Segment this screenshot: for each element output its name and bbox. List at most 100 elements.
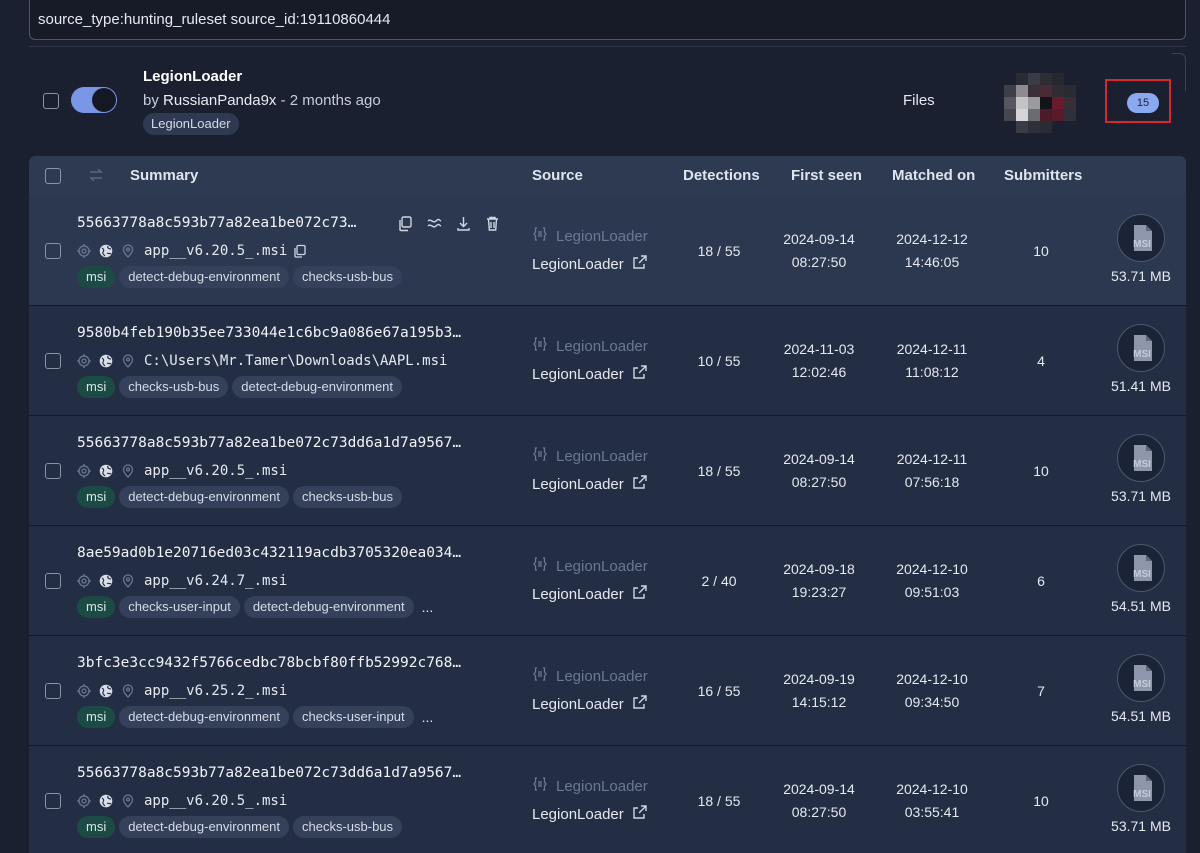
behavior-tag[interactable]: checks-usb-bus bbox=[292, 266, 403, 288]
source-ruleset[interactable]: LegionLoader bbox=[532, 446, 648, 466]
behavior-tag[interactable]: checks-usb-bus bbox=[119, 376, 229, 398]
row-checkbox[interactable] bbox=[45, 793, 61, 809]
file-hash[interactable]: 55663778a8c593b77a82ea1be072c73dd6a1d7a9… bbox=[77, 435, 461, 451]
similar-icon[interactable] bbox=[426, 215, 443, 232]
match-count-badge[interactable]: 15 bbox=[1127, 93, 1159, 113]
matched-date: 2024-12-10 bbox=[896, 561, 968, 577]
file-hash[interactable]: 9580b4feb190b35ee733044e1c6bc9a086e67a19… bbox=[77, 325, 461, 341]
ruleset-toggle[interactable] bbox=[71, 87, 117, 113]
matched-time: 03:55:41 bbox=[904, 804, 960, 820]
file-hash[interactable]: 55663778a8c593b77a82ea1be072c73… bbox=[77, 215, 356, 231]
detections-ratio[interactable]: 16 / 55 bbox=[669, 680, 769, 703]
ruleset-icon bbox=[532, 446, 548, 466]
file-type-tag[interactable]: msi bbox=[77, 816, 116, 838]
behavior-tag[interactable]: detect-debug-environment bbox=[243, 596, 414, 618]
file-name[interactable]: app__v6.25.2_.msi bbox=[144, 683, 287, 699]
source-ruleset[interactable]: LegionLoader bbox=[532, 776, 648, 796]
author-link[interactable]: RussianPanda9x bbox=[163, 92, 276, 109]
table-row[interactable]: 9580b4feb190b35ee733044e1c6bc9a086e67a19… bbox=[29, 306, 1186, 416]
author-avatar bbox=[1004, 73, 1086, 133]
header-first-seen[interactable]: First seen bbox=[791, 167, 862, 184]
more-tags[interactable]: ... bbox=[422, 709, 434, 725]
source-ruleset[interactable]: LegionLoader bbox=[532, 226, 648, 246]
location-pin-icon bbox=[121, 794, 135, 808]
file-hash[interactable]: 8ae59ad0b1e20716ed03c432119acdb3705320ea… bbox=[77, 545, 461, 561]
behavior-tag[interactable]: checks-user-input bbox=[119, 596, 240, 618]
msi-file-icon: MSI bbox=[1117, 324, 1165, 372]
table-row[interactable]: 3bfc3e3cc9432f5766cedbc78bcbf80ffb52992c… bbox=[29, 636, 1186, 746]
source-ruleset[interactable]: LegionLoader bbox=[532, 336, 648, 356]
header-summary[interactable]: Summary bbox=[130, 167, 198, 184]
header-submitters[interactable]: Submitters bbox=[1004, 167, 1082, 184]
file-type-tag[interactable]: msi bbox=[77, 376, 116, 398]
behavior-tag[interactable]: checks-usb-bus bbox=[292, 816, 403, 838]
delete-icon[interactable] bbox=[484, 215, 501, 232]
detections-ratio[interactable]: 18 / 55 bbox=[669, 240, 769, 263]
table-row[interactable]: 55663778a8c593b77a82ea1be072c73… app__v6… bbox=[29, 196, 1186, 306]
table-row[interactable]: 55663778a8c593b77a82ea1be072c73dd6a1d7a9… bbox=[29, 416, 1186, 526]
file-type-tag[interactable]: msi bbox=[77, 486, 116, 508]
file-type-tag[interactable]: msi bbox=[77, 596, 116, 618]
copy-filename-icon[interactable] bbox=[293, 244, 307, 258]
select-all-checkbox[interactable] bbox=[45, 168, 61, 184]
target-icon bbox=[77, 464, 91, 478]
ruleset-name[interactable]: LegionLoader bbox=[143, 68, 242, 85]
behavior-tag[interactable]: detect-debug-environment bbox=[119, 486, 289, 508]
ruleset-icon bbox=[532, 556, 548, 576]
source-link[interactable]: LegionLoader bbox=[532, 584, 648, 604]
file-hash[interactable]: 3bfc3e3cc9432f5766cedbc78bcbf80ffb52992c… bbox=[77, 655, 461, 671]
row-checkbox[interactable] bbox=[45, 243, 61, 259]
ruleset-byline: by RussianPanda9x - 2 months ago bbox=[143, 92, 381, 109]
submitters-count: 10 bbox=[1033, 463, 1049, 479]
header-detections[interactable]: Detections bbox=[683, 167, 760, 184]
detections-ratio[interactable]: 18 / 55 bbox=[669, 460, 769, 483]
source-link[interactable]: LegionLoader bbox=[532, 694, 648, 714]
behavior-tag[interactable]: checks-user-input bbox=[292, 706, 414, 728]
file-name[interactable]: app__v6.20.5_.msi bbox=[144, 463, 287, 479]
search-bar[interactable] bbox=[29, 0, 1186, 40]
source-link[interactable]: LegionLoader bbox=[532, 474, 648, 494]
file-hash[interactable]: 55663778a8c593b77a82ea1be072c73dd6a1d7a9… bbox=[77, 765, 461, 781]
matched-date: 2024-12-10 bbox=[896, 781, 968, 797]
behavior-tag[interactable]: detect-debug-environment bbox=[232, 376, 403, 398]
detections-ratio[interactable]: 18 / 55 bbox=[669, 790, 769, 813]
table-row[interactable]: 55663778a8c593b77a82ea1be072c73dd6a1d7a9… bbox=[29, 746, 1186, 853]
file-name[interactable]: app__v6.20.5_.msi bbox=[144, 243, 287, 259]
behavior-tag[interactable]: detect-debug-environment bbox=[119, 266, 289, 288]
file-type-tag[interactable]: msi bbox=[77, 706, 116, 728]
row-checkbox[interactable] bbox=[45, 683, 61, 699]
external-link-icon bbox=[632, 254, 648, 274]
ruleset-tag[interactable]: LegionLoader bbox=[143, 113, 239, 135]
file-name[interactable]: app__v6.24.7_.msi bbox=[144, 573, 287, 589]
row-checkbox[interactable] bbox=[45, 463, 61, 479]
source-ruleset[interactable]: LegionLoader bbox=[532, 666, 648, 686]
file-name[interactable]: C:\Users\Mr.Tamer\Downloads\AAPL.msi bbox=[144, 353, 447, 369]
file-name[interactable]: app__v6.20.5_.msi bbox=[144, 793, 287, 809]
detections-ratio[interactable]: 10 / 55 bbox=[669, 350, 769, 373]
source-ruleset[interactable]: LegionLoader bbox=[532, 556, 648, 576]
behavior-tag[interactable]: checks-usb-bus bbox=[292, 486, 403, 508]
source-link[interactable]: LegionLoader bbox=[532, 804, 648, 824]
header-source[interactable]: Source bbox=[532, 167, 583, 184]
source-link[interactable]: LegionLoader bbox=[532, 364, 648, 384]
target-icon bbox=[77, 574, 91, 588]
source-link[interactable]: LegionLoader bbox=[532, 254, 648, 274]
swap-icon[interactable] bbox=[87, 166, 105, 189]
file-size: 53.71 MB bbox=[1111, 268, 1171, 284]
more-tags[interactable]: ... bbox=[422, 599, 434, 615]
search-input[interactable] bbox=[30, 0, 1185, 39]
location-pin-icon bbox=[121, 574, 135, 588]
row-checkbox[interactable] bbox=[45, 353, 61, 369]
copy-icon[interactable] bbox=[397, 215, 414, 232]
external-link-icon bbox=[632, 584, 648, 604]
behavior-tag[interactable]: detect-debug-environment bbox=[119, 706, 289, 728]
download-icon[interactable] bbox=[455, 215, 472, 232]
row-checkbox[interactable] bbox=[45, 573, 61, 589]
behavior-tag[interactable]: detect-debug-environment bbox=[119, 816, 289, 838]
header-matched-on[interactable]: Matched on bbox=[892, 167, 975, 184]
file-type-tag[interactable]: msi bbox=[77, 266, 116, 288]
detections-ratio[interactable]: 2 / 40 bbox=[669, 570, 769, 593]
external-link-icon bbox=[632, 804, 648, 824]
ruleset-checkbox[interactable] bbox=[43, 93, 59, 109]
table-row[interactable]: 8ae59ad0b1e20716ed03c432119acdb3705320ea… bbox=[29, 526, 1186, 636]
